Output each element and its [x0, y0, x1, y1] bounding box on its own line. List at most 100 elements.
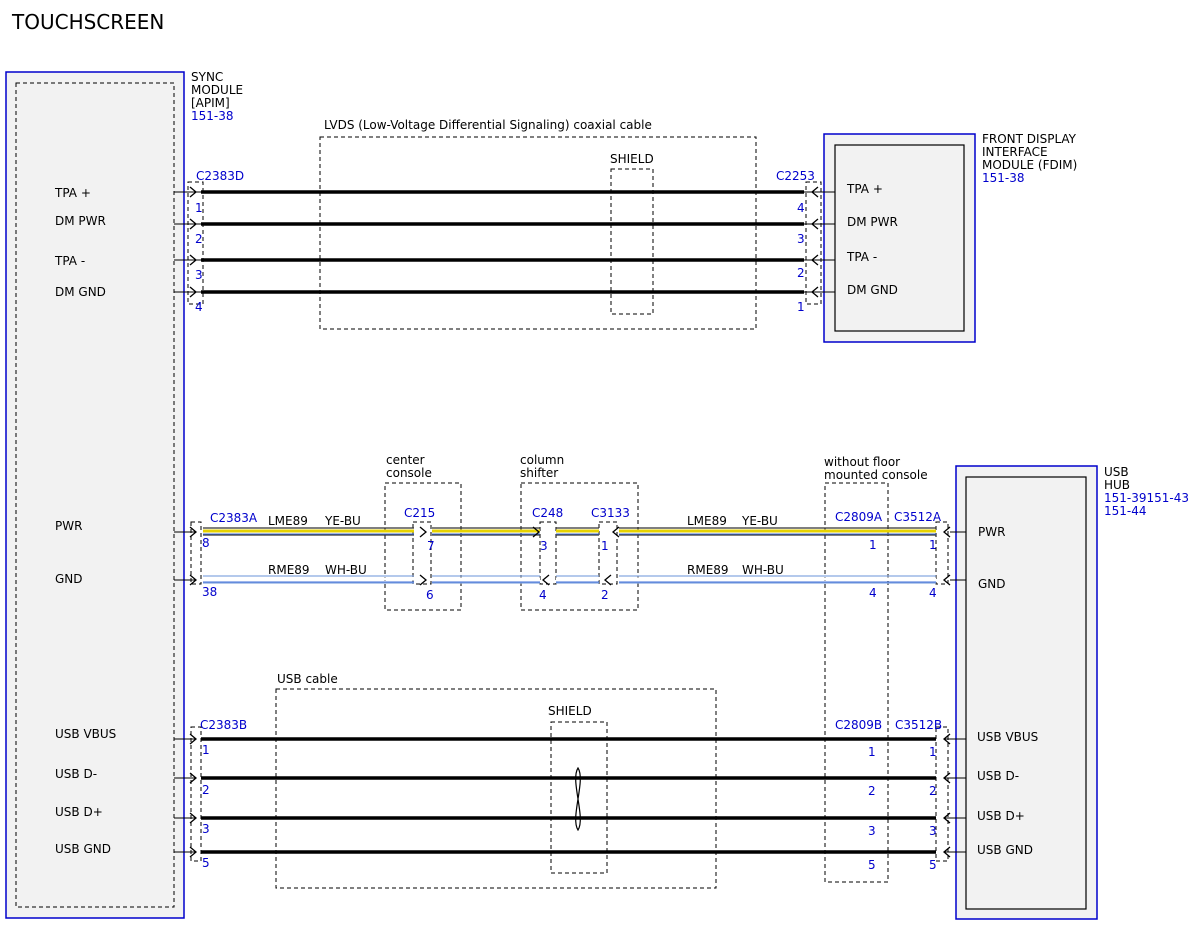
usb-mid-pin: 2 — [868, 784, 876, 798]
lvds-right-label: TPA + — [846, 182, 883, 196]
connector-c3512b[interactable]: C3512B — [895, 718, 942, 732]
usb-row: USB D- USB D- 2 2 2 — [55, 767, 1019, 798]
usbhub-label-2: HUB — [1104, 478, 1130, 492]
power-pin: 3 — [540, 539, 548, 553]
usbhub-label-1: USB — [1104, 465, 1129, 479]
power-pin: 1 — [869, 538, 877, 552]
ground-right-label: GND — [978, 577, 1006, 591]
center-console-box — [384, 482, 462, 611]
usb-left-label: USB GND — [55, 842, 111, 856]
usb-mid-pin: 3 — [868, 824, 876, 838]
lvds-left-label: DM PWR — [55, 214, 106, 228]
usb-right-label: USB VBUS — [977, 730, 1038, 744]
c3512a-housing — [935, 521, 949, 585]
wiring-diagram: TOUCHSCREEN SYNC MODULE [APIM] 151-38 FR… — [5, 10, 1189, 920]
usb-right-pin: 1 — [929, 745, 937, 759]
c2253-housing — [805, 181, 822, 305]
fdim-label-1: FRONT DISPLAY — [982, 132, 1077, 146]
lvds-shield-label: SHIELD — [610, 152, 654, 166]
lvds-right-pin: 3 — [797, 232, 805, 246]
fdim-label-3: MODULE (FDIM) — [982, 158, 1077, 172]
fdim-ref-link[interactable]: 151-38 — [982, 171, 1025, 185]
usb-row: USB GND USB GND 5 5 5 — [55, 842, 1033, 872]
usb-right-pin: 3 — [929, 824, 937, 838]
ground-pin: 4 — [539, 588, 547, 602]
sync-label-2: MODULE — [191, 83, 243, 97]
power-pin: 1 — [601, 539, 609, 553]
usb-right-pin: 2 — [929, 784, 937, 798]
ground-circuit-right: RME89 — [687, 563, 729, 577]
ground-circuit-left: RME89 — [268, 563, 310, 577]
power-circuit-right: LME89 — [687, 514, 727, 528]
lvds-left-label: DM GND — [55, 285, 106, 299]
power-pin: 7 — [427, 539, 435, 553]
ground-pin: 6 — [426, 588, 434, 602]
usb-left-label: USB VBUS — [55, 727, 116, 741]
connector-c248[interactable]: C248 — [532, 506, 563, 520]
ground-row: GND GND RME89 WH-BU RME89 WH-BU 38 6 4 2… — [55, 563, 1006, 602]
ground-wire-color-left: WH-BU — [325, 563, 367, 577]
connector-c2809a[interactable]: C2809A — [835, 510, 883, 524]
ground-pin: 2 — [601, 588, 609, 602]
power-left-label: PWR — [55, 519, 82, 533]
lvds-left-label: TPA + — [54, 186, 91, 200]
usb-right-label: USB GND — [977, 843, 1033, 857]
floor-console-box — [824, 482, 889, 883]
lvds-right-pin: 2 — [797, 266, 805, 280]
usb-mid-pin: 1 — [868, 745, 876, 759]
usb-cable-label: USB cable — [277, 672, 338, 686]
ground-wire-color-right: WH-BU — [742, 563, 784, 577]
column-shifter-label-1: column — [520, 453, 564, 467]
usb-left-pin: 3 — [202, 822, 210, 836]
lvds-left-pin: 4 — [195, 300, 203, 314]
connector-c3512a[interactable]: C3512A — [894, 510, 942, 524]
usbhub-ref-link-2[interactable]: 151-44 — [1104, 504, 1147, 518]
floor-console-label-1: without floor — [824, 455, 900, 469]
usb-right-label: USB D+ — [977, 809, 1025, 823]
diagram-title: TOUCHSCREEN — [11, 10, 164, 34]
ground-pin: 38 — [202, 585, 217, 599]
c215-housing — [412, 521, 432, 585]
floor-console-label-2: mounted console — [824, 468, 928, 482]
c2383b-housing — [190, 726, 202, 862]
lvds-left-pin: 1 — [195, 201, 203, 215]
usb-left-pin: 1 — [202, 743, 210, 757]
lvds-cable-label: LVDS (Low-Voltage Differential Signaling… — [324, 118, 652, 132]
lvds-left-pin: 3 — [195, 268, 203, 282]
usb-left-label: USB D- — [55, 767, 97, 781]
lvds-left-pin: 2 — [195, 232, 203, 246]
power-pin: 1 — [929, 538, 937, 552]
power-circuit-left: LME89 — [268, 514, 308, 528]
usb-mid-pin: 5 — [868, 858, 876, 872]
power-wire-color-right: YE-BU — [741, 514, 778, 528]
connector-c2383b[interactable]: C2383B — [200, 718, 247, 732]
center-console-label-1: center — [386, 453, 425, 467]
usb-cable-box — [275, 688, 717, 889]
sync-module — [5, 71, 185, 919]
connector-c3133[interactable]: C3133 — [591, 506, 630, 520]
sync-ref-link[interactable]: 151-38 — [191, 109, 234, 123]
connector-c2253[interactable]: C2253 — [776, 169, 815, 183]
lvds-right-label: DM PWR — [847, 215, 898, 229]
lvds-right-label: DM GND — [847, 283, 898, 297]
lvds-right-pin: 4 — [797, 201, 805, 215]
connector-c2383a[interactable]: C2383A — [210, 511, 258, 525]
usb-shield-label: SHIELD — [548, 704, 592, 718]
connector-c2809b[interactable]: C2809B — [835, 718, 882, 732]
usb-right-pin: 5 — [929, 858, 937, 872]
c248-housing — [539, 521, 557, 585]
usb-right-label: USB D- — [977, 769, 1019, 783]
center-console-label-2: console — [386, 466, 432, 480]
connector-c2383d[interactable]: C2383D — [196, 169, 244, 183]
usb-left-pin: 2 — [202, 783, 210, 797]
usbhub-ref-link-1[interactable]: 151-39151-43 — [1104, 491, 1189, 505]
power-wire-color-left: YE-BU — [324, 514, 361, 528]
power-pin: 8 — [202, 536, 210, 550]
connector-c215[interactable]: C215 — [404, 506, 435, 520]
usb-left-label: USB D+ — [55, 805, 103, 819]
fdim-label-2: INTERFACE — [982, 145, 1048, 159]
power-right-label: PWR — [978, 525, 1005, 539]
column-shifter-label-2: shifter — [520, 466, 558, 480]
ground-left-label: GND — [55, 572, 83, 586]
sync-label-1: SYNC — [191, 70, 223, 84]
